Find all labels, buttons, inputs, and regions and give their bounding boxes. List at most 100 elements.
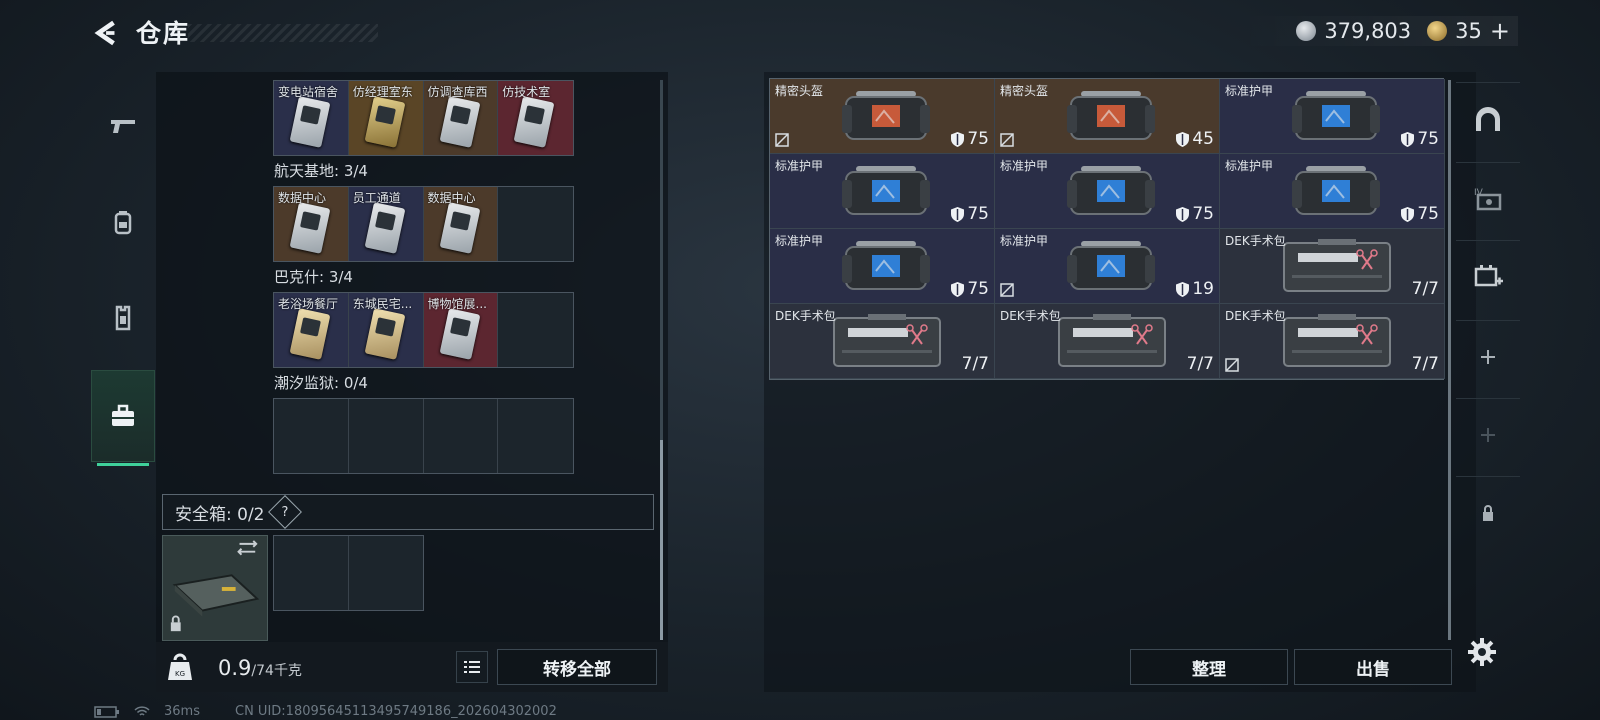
tab-weapons[interactable] bbox=[91, 80, 155, 172]
inventory-item[interactable]: 精密头盔 45 bbox=[995, 79, 1220, 154]
tab-add-container[interactable] bbox=[1456, 240, 1520, 312]
weight-icon: KG bbox=[166, 652, 194, 682]
keycard-icon bbox=[364, 96, 406, 148]
empty-keycard-slot[interactable] bbox=[498, 399, 573, 473]
inventory-item[interactable]: 标准护甲 75 bbox=[995, 154, 1220, 229]
item-name: DEK手术包 bbox=[1225, 309, 1286, 323]
armor-icon bbox=[1067, 166, 1155, 215]
keycard-label: 仿技术室 bbox=[502, 85, 551, 99]
item-value: 75 bbox=[1401, 129, 1439, 149]
inventory-item[interactable]: 标准护甲 19 bbox=[995, 229, 1220, 304]
item-value: 75 bbox=[1401, 204, 1439, 224]
keycard-slot[interactable]: 老浴场餐厅 bbox=[274, 293, 349, 367]
inventory-item[interactable]: 精密头盔 75 bbox=[770, 79, 995, 154]
keycard-slot[interactable]: 仿调查库西 bbox=[423, 81, 499, 155]
keycard-row-2: 数据中心 员工通道 数据中心 bbox=[273, 186, 574, 262]
backpack-icon bbox=[114, 211, 132, 235]
inventory-item[interactable]: DEK手术包 7/7 bbox=[1220, 229, 1445, 304]
inventory-item[interactable]: 标准护甲 75 bbox=[770, 154, 995, 229]
keycard-slot[interactable]: 员工通道 bbox=[348, 187, 424, 261]
inventory-item[interactable]: 标准护甲 75 bbox=[1220, 154, 1445, 229]
keycard-slot[interactable]: 东城民宅... bbox=[348, 293, 424, 367]
empty-keycard-slot[interactable] bbox=[498, 293, 573, 367]
keycard-label: 变电站宿舍 bbox=[278, 85, 339, 99]
weapon-icon bbox=[111, 120, 135, 133]
battery-icon bbox=[94, 705, 119, 718]
add-currency-button[interactable]: + bbox=[1490, 17, 1510, 45]
left-scrollbar-thumb[interactable] bbox=[660, 440, 663, 640]
keycard-label: 老浴场餐厅 bbox=[278, 297, 339, 311]
safebox-empty-slot[interactable] bbox=[349, 536, 423, 610]
safebox-empty-slot[interactable] bbox=[274, 536, 349, 610]
settings-button[interactable] bbox=[1466, 636, 1498, 668]
tab-armor[interactable] bbox=[91, 272, 155, 364]
item-value: 7/7 bbox=[1186, 354, 1214, 374]
empty-keycard-slot[interactable] bbox=[348, 399, 424, 473]
list-icon bbox=[464, 661, 480, 673]
sort-button[interactable]: 整理 bbox=[1130, 649, 1288, 685]
empty-keycard-slot[interactable] bbox=[498, 187, 573, 261]
list-view-button[interactable] bbox=[456, 651, 488, 683]
keycard-slot[interactable]: 数据中心 bbox=[423, 187, 499, 261]
inventory-item[interactable]: DEK手术包 7/7 bbox=[995, 304, 1220, 379]
active-tab-indicator bbox=[97, 463, 149, 466]
item-name: DEK手术包 bbox=[775, 309, 836, 323]
inventory-item[interactable]: 标准护甲 75 bbox=[770, 229, 995, 304]
lock-icon bbox=[1483, 504, 1493, 521]
plus-icon bbox=[1481, 427, 1495, 442]
empty-keycard-slot[interactable] bbox=[423, 399, 499, 473]
currency-bar: 379,803 35 + bbox=[1238, 16, 1518, 46]
keycard-slot[interactable]: 博物馆展... bbox=[423, 293, 499, 367]
keycard-row-3: 老浴场餐厅 东城民宅... 博物馆展... bbox=[273, 292, 574, 368]
tab-card-slot[interactable]: IV bbox=[1456, 162, 1520, 234]
plus-icon bbox=[1481, 349, 1495, 364]
keycard-slot[interactable]: 仿技术室 bbox=[498, 81, 573, 155]
back-button[interactable] bbox=[92, 18, 122, 48]
keycard-icon bbox=[439, 202, 480, 254]
tab-storage[interactable] bbox=[1456, 82, 1520, 154]
item-value: 75 bbox=[951, 204, 989, 224]
weight-current: 0.9 bbox=[218, 656, 252, 680]
item-value: 7/7 bbox=[1411, 279, 1439, 299]
durability-shield-icon bbox=[1176, 281, 1190, 297]
item-value: 75 bbox=[1176, 204, 1214, 224]
inventory-item[interactable]: 标准护甲 75 bbox=[1220, 79, 1445, 154]
weight-max: /74千克 bbox=[251, 663, 302, 679]
durability-shield-icon bbox=[951, 281, 965, 297]
transfer-all-button[interactable]: 转移全部 bbox=[497, 649, 657, 685]
medkit-icon bbox=[1283, 239, 1391, 292]
keycard-row-4 bbox=[273, 398, 574, 474]
item-name: 标准护甲 bbox=[1225, 84, 1274, 98]
keycard-label: 博物馆展... bbox=[427, 297, 487, 311]
medkit-icon bbox=[833, 314, 941, 367]
tab-add-slot-2[interactable] bbox=[1456, 398, 1520, 470]
inventory-item[interactable]: DEK手术包 7/7 bbox=[770, 304, 995, 379]
empty-keycard-slot[interactable] bbox=[274, 399, 349, 473]
tab-backpack[interactable] bbox=[91, 176, 155, 268]
status-bar: 36ms bbox=[94, 704, 200, 719]
map-label-bakhsh: 巴克什: 3/4 bbox=[274, 268, 353, 286]
keycard-slot[interactable]: 仿经理室东 bbox=[348, 81, 424, 155]
user-id: CN UID:18095645113495749186_202604302002 bbox=[235, 704, 557, 719]
keycard-icon bbox=[439, 96, 480, 148]
sell-button[interactable]: 出售 bbox=[1294, 649, 1452, 685]
help-icon[interactable]: ? bbox=[267, 495, 302, 529]
right-scrollbar[interactable] bbox=[1448, 80, 1451, 640]
keycard-label: 数据中心 bbox=[427, 191, 476, 205]
tab-add-slot-1[interactable] bbox=[1456, 320, 1520, 392]
keycard-slot[interactable]: 数据中心 bbox=[274, 187, 349, 261]
ping-readout: 36ms bbox=[164, 704, 200, 719]
durability-shield-icon bbox=[1401, 131, 1415, 147]
tab-toolbox[interactable] bbox=[91, 370, 155, 462]
add-container-icon bbox=[1474, 264, 1503, 286]
keycard-slot[interactable]: 变电站宿舍 bbox=[274, 81, 349, 155]
item-value: 7/7 bbox=[1411, 354, 1439, 374]
medkit-icon bbox=[1283, 314, 1391, 367]
item-value: 45 bbox=[1176, 129, 1214, 149]
item-name: 标准护甲 bbox=[1000, 159, 1049, 173]
page-title: 仓库 bbox=[136, 19, 191, 48]
inventory-item[interactable]: DEK手术包 7/7 bbox=[1220, 304, 1445, 379]
map-label-aerospace: 航天基地: 3/4 bbox=[274, 162, 368, 180]
storage-dome-icon bbox=[1476, 106, 1500, 131]
safebox-case[interactable] bbox=[162, 535, 268, 641]
